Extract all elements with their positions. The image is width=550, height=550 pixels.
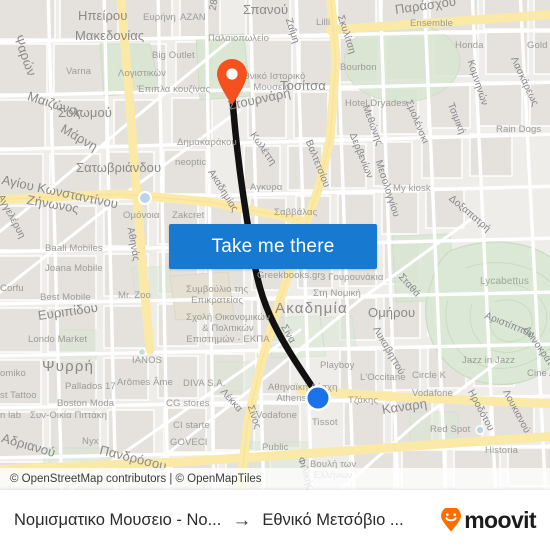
destination-location-dot-icon[interactable] [304, 384, 332, 412]
take-me-there-button[interactable]: Take me there [169, 224, 377, 269]
moovit-route-screen: Ηπείρου Ευρήνη ΑΖΑΝ Μακεδονίας Παλαιοπωλείο Σ… [0, 0, 550, 550]
origin-name[interactable]: Νομισματικο Μουσειο - No... [14, 511, 221, 530]
take-me-there-label: Take me there [211, 235, 335, 257]
moovit-pin-icon [440, 506, 462, 532]
destination-name[interactable]: Εθνικό Μετσόβιο ... [262, 511, 403, 530]
moovit-logo[interactable]: moovit [440, 506, 537, 534]
moovit-wordmark: moovit [464, 506, 536, 533]
map-attribution: © OpenStreetMap contributors | © OpenMap… [0, 468, 550, 490]
origin-map-pin-icon[interactable] [214, 58, 250, 106]
route-summary-bar: Νομισματικο Μουσειο - No... → Εθνικό Μετ… [0, 490, 550, 550]
arrow-right-icon: → [232, 509, 252, 531]
attribution-text: © OpenStreetMap contributors | © OpenMap… [10, 473, 262, 485]
